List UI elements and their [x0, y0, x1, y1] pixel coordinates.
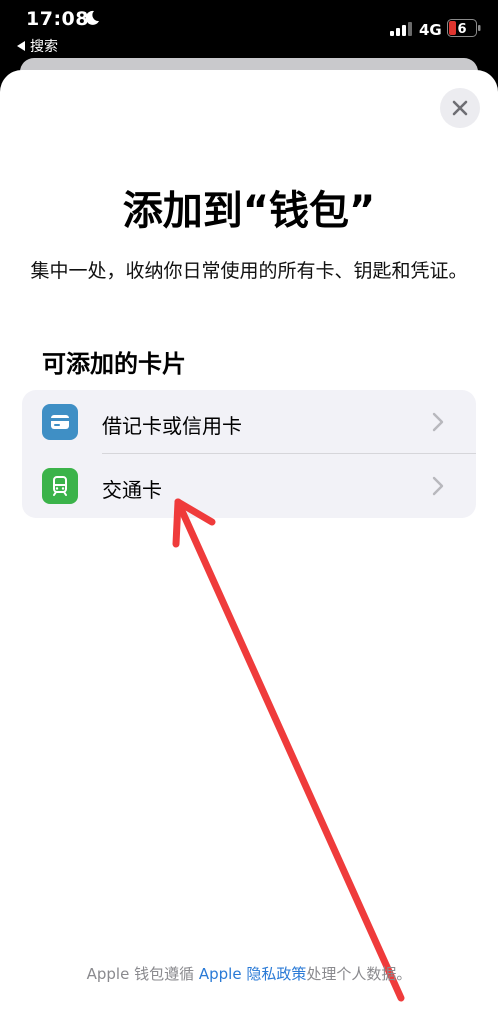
back-to-search-link[interactable]: 搜索 [16, 36, 58, 56]
privacy-footer: Apple 钱包遵循 Apple 隐私政策处理个人数据。 [0, 963, 498, 984]
footer-suffix: 处理个人数据。 [306, 965, 412, 983]
signal-icon [390, 22, 412, 36]
privacy-policy-link[interactable]: Apple 隐私政策 [199, 965, 306, 983]
back-triangle-icon [17, 41, 25, 51]
screen: 17:08 搜索 4G 6 添加到“钱包” 集中一处，收纳你日常使用的所有卡、钥… [0, 0, 498, 1020]
chevron-right-icon [432, 476, 444, 496]
back-label: 搜索 [30, 39, 58, 55]
list-item-label: 交通卡 [102, 478, 162, 502]
list-item-label: 借记卡或信用卡 [102, 414, 242, 438]
battery-level: 6 [457, 22, 466, 37]
close-icon [452, 100, 468, 116]
chevron-right-icon [432, 412, 444, 432]
page-subtitle: 集中一处，收纳你日常使用的所有卡、钥匙和凭证。 [30, 260, 468, 282]
status-bar: 17:08 搜索 4G 6 [0, 0, 498, 60]
list-item-debit-credit-card[interactable]: 借记卡或信用卡 [22, 390, 476, 454]
card-options-list: 借记卡或信用卡 交通卡 [22, 390, 476, 518]
status-time: 17:08 [26, 8, 89, 30]
network-type: 4G [419, 21, 442, 39]
list-item-transit-card[interactable]: 交通卡 [22, 454, 476, 518]
train-icon [42, 468, 78, 504]
battery-icon: 6 [447, 19, 481, 37]
credit-card-icon [42, 404, 78, 440]
page-title: 添加到“钱包” [122, 188, 376, 234]
footer-prefix: Apple 钱包遵循 [86, 965, 199, 983]
moon-icon [85, 10, 99, 25]
section-title: 可添加的卡片 [42, 350, 186, 378]
close-button[interactable] [440, 88, 480, 128]
